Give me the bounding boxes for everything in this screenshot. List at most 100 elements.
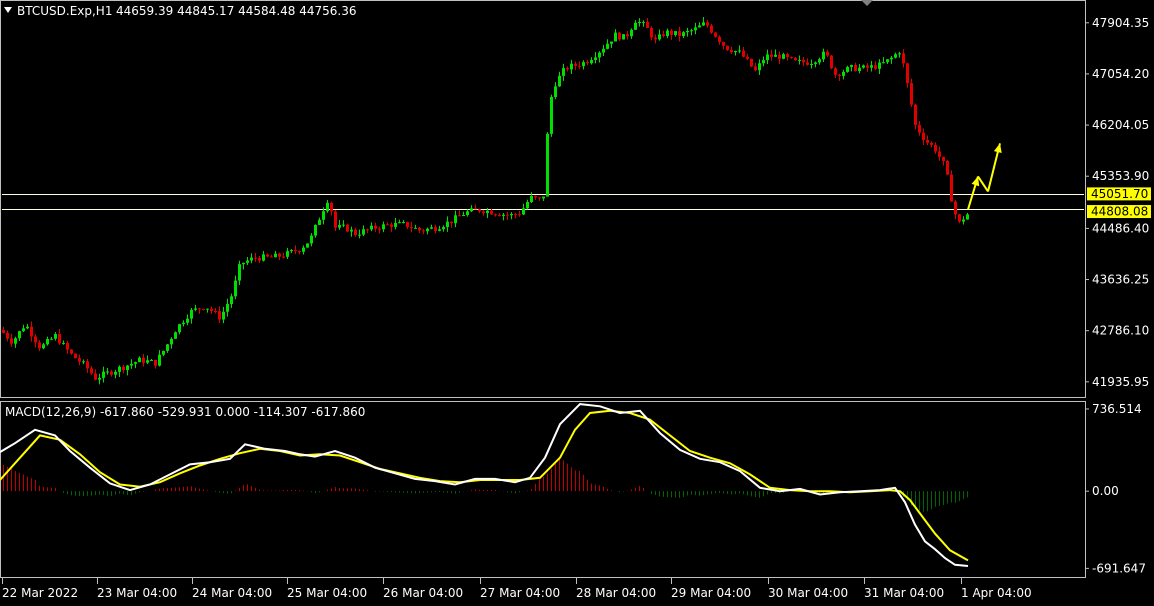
candle-body <box>150 359 153 361</box>
candle-body <box>546 133 549 197</box>
time-tick-label: 25 Mar 04:00 <box>287 586 367 600</box>
chart-shift-marker[interactable] <box>861 0 873 6</box>
candle-body <box>214 310 217 312</box>
candle-body <box>254 257 257 259</box>
candle-body <box>938 151 941 157</box>
candle-body <box>906 63 909 84</box>
candle-body <box>682 32 685 37</box>
candle-body <box>330 202 333 212</box>
candle-body <box>82 361 85 363</box>
candle-body <box>490 210 493 215</box>
candle-body <box>58 334 61 344</box>
candle-body <box>218 311 221 320</box>
candle-body <box>862 65 865 68</box>
candle-body <box>346 224 349 232</box>
price-tick-label: 43636.25 <box>1092 273 1149 287</box>
candle-body <box>742 50 745 57</box>
candle-body <box>758 63 761 71</box>
candle-body <box>154 359 157 366</box>
candle-body <box>898 53 901 55</box>
candle-body <box>322 211 325 220</box>
candle-body <box>306 243 309 248</box>
candle-body <box>558 75 561 87</box>
macd-header: MACD(12,26,9) -617.860 -529.931 0.000 -1… <box>5 405 365 419</box>
candle-body <box>282 256 285 258</box>
candle-body <box>718 36 721 43</box>
candle-body <box>478 209 481 212</box>
candle-body <box>382 224 385 230</box>
candle-body <box>390 224 393 227</box>
candle-body <box>494 214 497 216</box>
candle-body <box>130 363 133 366</box>
candle-body <box>378 228 381 230</box>
candle-body <box>310 235 313 244</box>
candle-body <box>858 67 861 72</box>
candle-body <box>934 144 937 152</box>
candle-body <box>142 357 145 363</box>
price-tick-label: 42786.10 <box>1092 324 1149 338</box>
candle-body <box>250 257 253 261</box>
candle-body <box>18 331 21 339</box>
candle-body <box>778 54 781 59</box>
candle-body <box>358 234 361 236</box>
candle-body <box>258 258 261 261</box>
candle-body <box>658 34 661 40</box>
triangle-down-icon[interactable] <box>4 7 12 13</box>
price-tick-label: 46204.05 <box>1092 118 1149 132</box>
candle-body <box>770 54 773 57</box>
candle-body <box>694 27 697 31</box>
candle-body <box>486 210 489 214</box>
candle-body <box>242 262 245 265</box>
time-tick-label: 26 Mar 04:00 <box>383 586 463 600</box>
candle-body <box>454 215 457 224</box>
candle-body <box>446 221 449 228</box>
candle-body <box>894 54 897 58</box>
candle-body <box>434 227 437 231</box>
candle-body <box>278 253 281 257</box>
candle-body <box>958 214 961 222</box>
candle-body <box>642 21 645 23</box>
candle-body <box>902 53 905 64</box>
macd-tick-label: -691.647 <box>1092 561 1146 575</box>
candle-body <box>430 227 433 229</box>
candle-body <box>406 221 409 228</box>
time-tick-label: 30 Mar 04:00 <box>768 586 848 600</box>
macd-plot[interactable] <box>0 403 969 567</box>
candle-body <box>458 215 461 217</box>
price-level-tag-label: 44808.08 <box>1091 205 1148 219</box>
candle-body <box>834 68 837 75</box>
candle-body <box>698 25 701 28</box>
candle-body <box>506 214 509 216</box>
candle-body <box>578 65 581 67</box>
candle-body <box>850 65 853 67</box>
candle-body <box>286 251 289 257</box>
macd-main-line[interactable] <box>0 403 969 567</box>
trading-chart[interactable]: 47904.35 47054.20 46204.05 45353.90 44486.40… <box>0 0 1154 602</box>
candle-body <box>442 227 445 230</box>
candle-body <box>574 63 577 66</box>
candle-body <box>230 296 233 305</box>
candle-body <box>134 362 137 364</box>
time-tick-label: 31 Mar 04:00 <box>864 586 944 600</box>
candle-body <box>114 371 117 375</box>
candle-body <box>270 256 273 258</box>
candle-body <box>54 334 57 339</box>
candle-body <box>394 222 397 227</box>
candle-body <box>590 60 593 64</box>
macd-axis: 736.514 0.00 -691.647 <box>1085 402 1146 575</box>
candle-body <box>870 65 873 68</box>
candle-body <box>126 365 129 370</box>
ohlc-values: 44659.39 44845.17 44584.48 44756.36 <box>116 4 356 18</box>
candle-body <box>678 31 681 37</box>
candle-body <box>554 86 557 97</box>
candle-body <box>194 308 197 310</box>
symbol-label: BTCUSD.Exp,H1 <box>17 4 112 18</box>
candle-body <box>178 324 181 333</box>
candle-body <box>226 304 229 312</box>
price-plot[interactable] <box>2 16 1084 385</box>
candle-body <box>726 45 729 51</box>
candle-body <box>550 96 553 134</box>
chart-svg[interactable]: 47904.35 47054.20 46204.05 45353.90 44486.40… <box>0 0 1154 602</box>
price-axis: 47904.35 47054.20 46204.05 45353.90 44486.40… <box>1085 16 1151 389</box>
candle-body <box>626 34 629 37</box>
